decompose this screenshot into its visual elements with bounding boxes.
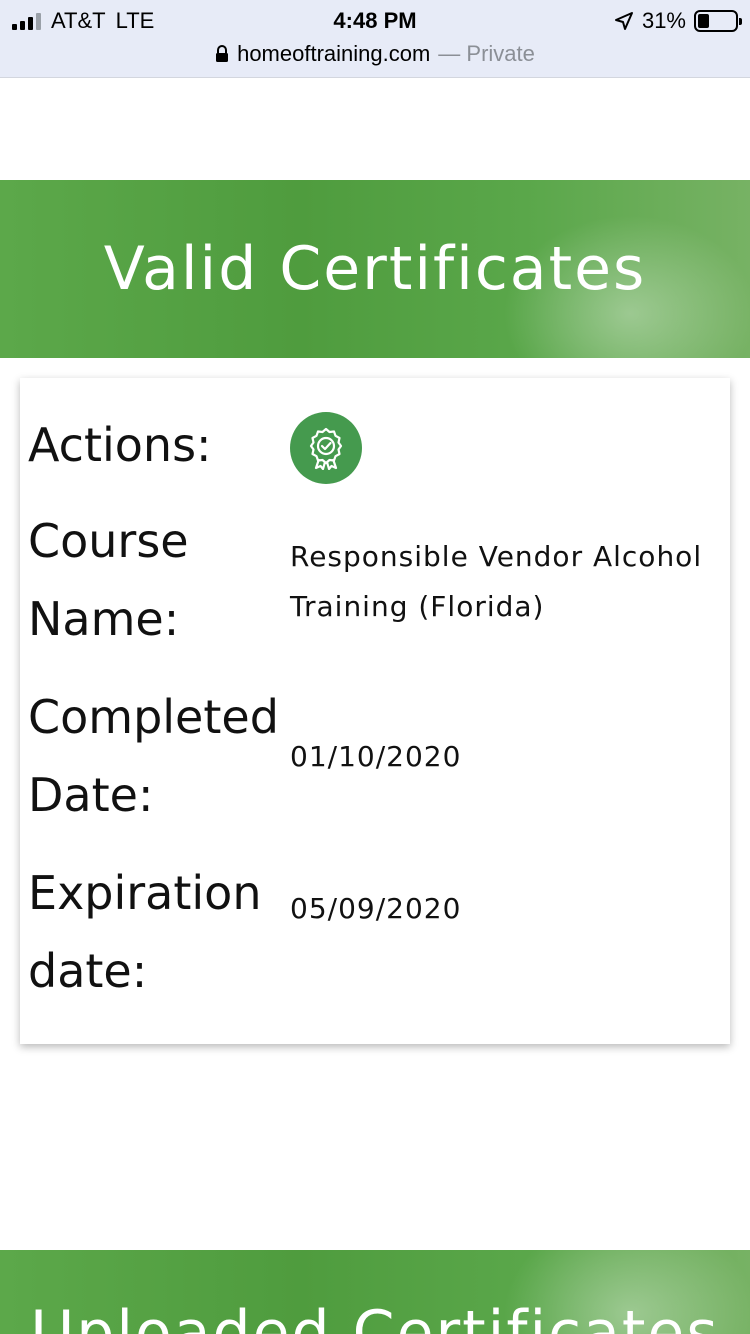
completed-date-value: 01/10/2020 bbox=[290, 740, 462, 773]
expiration-date-label: Expiration date: bbox=[28, 854, 288, 1010]
certificate-card: Actions: Course Name: Responsible Vendor… bbox=[20, 378, 730, 1044]
actions-row: Actions: bbox=[20, 406, 730, 486]
completed-date-label-line1: Completed bbox=[28, 690, 279, 744]
battery-level-fill bbox=[698, 14, 710, 28]
certificate-award-icon bbox=[309, 427, 343, 470]
private-mode-label: Private bbox=[466, 41, 535, 66]
expiration-date-value: 05/09/2020 bbox=[290, 892, 462, 925]
course-name-value-line2: Training (Florida) bbox=[290, 590, 545, 623]
course-name-label-line2: Name: bbox=[28, 592, 180, 646]
battery-percent: 31% bbox=[641, 8, 686, 33]
uploaded-certificates-banner: Uploaded Certificates bbox=[0, 1250, 750, 1334]
browser-status-area: AT&T LTE 4:48 PM 31% homeoftraining.com … bbox=[0, 0, 750, 78]
course-name-value: Responsible Vendor Alcohol Training (Flo… bbox=[290, 532, 730, 632]
valid-certificates-banner: Valid Certificates bbox=[0, 180, 750, 358]
expiration-date-label-line2: date: bbox=[28, 944, 148, 998]
course-name-value-line1: Responsible Vendor Alcohol bbox=[290, 540, 703, 573]
url-domain: homeoftraining.com bbox=[237, 41, 431, 66]
expiration-date-row: Expiration date: 05/09/2020 bbox=[20, 854, 730, 1014]
course-name-label-line1: Course bbox=[28, 514, 189, 568]
completed-date-row: Completed Date: 01/10/2020 bbox=[20, 678, 730, 838]
status-right: 31% bbox=[614, 6, 742, 36]
completed-date-label: Completed Date: bbox=[28, 678, 288, 834]
course-name-label: Course Name: bbox=[28, 502, 288, 658]
view-certificate-button[interactable] bbox=[290, 412, 362, 484]
url-separator: — bbox=[438, 41, 467, 66]
uploaded-certificates-title: Uploaded Certificates bbox=[30, 1298, 720, 1334]
expiration-date-label-line1: Expiration bbox=[28, 866, 262, 920]
completed-date-label-line2: Date: bbox=[28, 768, 154, 822]
location-arrow-icon bbox=[614, 11, 634, 31]
valid-certificates-title: Valid Certificates bbox=[103, 234, 647, 304]
actions-label: Actions: bbox=[28, 418, 212, 472]
lock-icon bbox=[215, 45, 229, 63]
course-name-row: Course Name: Responsible Vendor Alcohol … bbox=[20, 502, 730, 662]
url-bar[interactable]: homeoftraining.com — Private bbox=[0, 38, 750, 70]
url-private-indicator: — Private bbox=[438, 41, 535, 67]
battery-icon bbox=[694, 10, 742, 32]
